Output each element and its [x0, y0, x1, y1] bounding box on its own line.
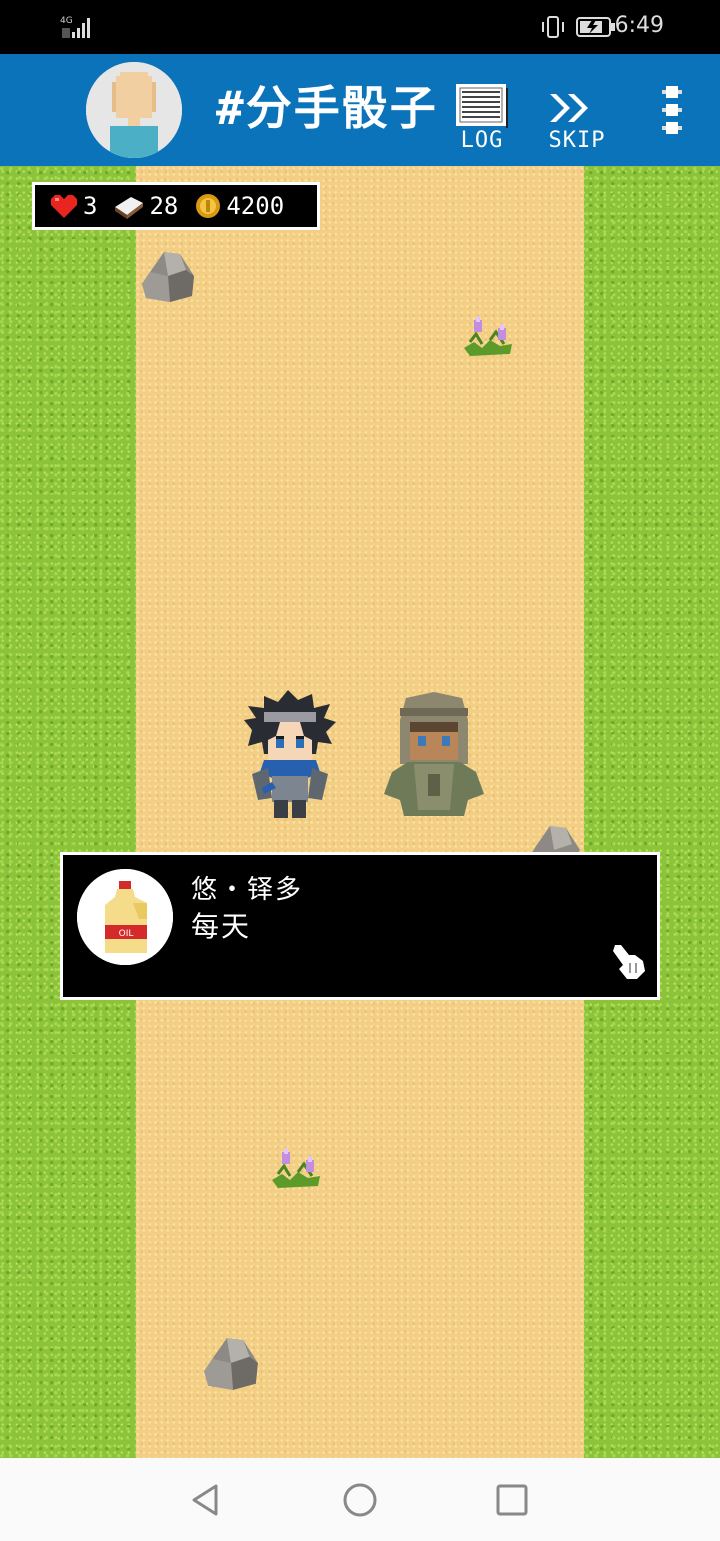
player-character-sprite[interactable]: [238, 690, 342, 822]
coins-counter: 4200: [194, 192, 284, 220]
oil-bottle-icon: OIL: [77, 869, 173, 965]
hearts-value: 3: [83, 192, 98, 220]
dialog-text: 每天: [191, 910, 252, 943]
more-menu-button[interactable]: [656, 84, 688, 136]
log-button[interactable]: LOG: [454, 82, 510, 162]
game-screen: 4G 6:49 #分手骰子 LOG SKIP 3 28 4200 OIL 悠・铎…: [0, 0, 720, 1541]
recents-icon[interactable]: [492, 1480, 532, 1520]
system-nav-bar: [0, 1458, 720, 1541]
back-icon[interactable]: [186, 1480, 226, 1520]
log-icon: [456, 84, 508, 128]
coins-value: 4200: [226, 192, 285, 220]
heart-icon: [51, 195, 77, 218]
vibrate-icon: [540, 15, 566, 43]
dialog-box[interactable]: OIL 悠・铎多 每天: [60, 852, 660, 1000]
resource-hud: 3 28 4200: [32, 182, 320, 230]
skip-label: SKIP: [548, 128, 606, 153]
flower-sprite: [464, 316, 512, 356]
rock-sprite: [530, 826, 580, 856]
items-counter: 28: [113, 192, 178, 220]
signal-icon: 4G: [58, 14, 98, 40]
speaker-name: 悠・铎多: [191, 875, 304, 905]
speaker-portrait: OIL: [77, 869, 173, 965]
skip-button[interactable]: SKIP: [542, 90, 612, 162]
rock-sprite: [142, 252, 194, 302]
rock-sprite: [204, 1338, 258, 1390]
portrait-label: OIL: [119, 929, 134, 939]
network-label: 4G: [60, 16, 73, 26]
battery-icon: [576, 17, 616, 41]
items-value: 28: [149, 192, 179, 220]
npc-character-sprite[interactable]: [378, 690, 490, 822]
hearts-counter: 3: [49, 192, 97, 220]
book-icon: [115, 197, 144, 219]
more-vert-icon: [662, 86, 682, 134]
flower-sprite: [272, 1148, 320, 1188]
hand-pointer-icon[interactable]: [611, 941, 647, 981]
chat-title: #分手骰子: [216, 81, 438, 135]
log-label: LOG: [460, 128, 504, 153]
status-bar: 4G 6:49: [0, 0, 720, 54]
sand-road: [136, 166, 584, 1458]
coin-icon: [196, 194, 221, 218]
avatar[interactable]: [86, 62, 182, 158]
skip-icon: [550, 94, 588, 122]
home-icon[interactable]: [340, 1480, 380, 1520]
game-map[interactable]: [0, 166, 720, 1458]
clock: 6:49: [614, 13, 664, 38]
